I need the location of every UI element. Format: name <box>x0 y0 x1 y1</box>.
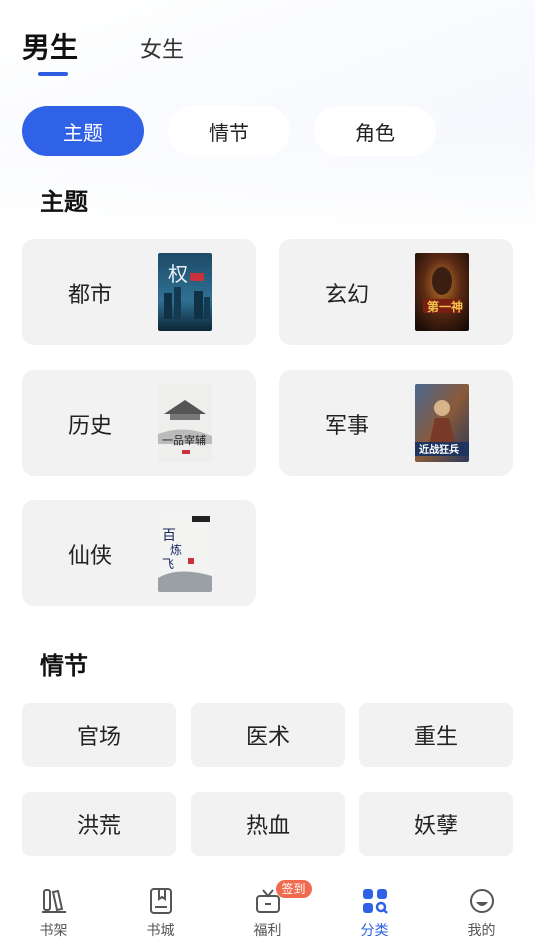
svg-text:第一神: 第一神 <box>427 299 463 314</box>
book-cover-city: 权 <box>158 253 212 331</box>
bookshelf-icon <box>41 889 66 913</box>
theme-card-military[interactable]: 军事 近战狂兵 <box>279 370 513 476</box>
category-pills: 主题 情节 角色 <box>22 106 460 156</box>
theme-card-label: 都市 <box>68 283 113 308</box>
theme-card-label: 军事 <box>325 414 370 439</box>
section-title-theme: 主题 <box>40 188 88 216</box>
nav-label: 书城 <box>146 923 175 939</box>
nav-label: 分类 <box>360 923 389 939</box>
theme-card-city[interactable]: 都市 权 <box>22 239 256 345</box>
category-icon <box>362 889 388 914</box>
section-title-plot: 情节 <box>40 652 88 680</box>
nav-category[interactable]: 分类 <box>321 872 428 951</box>
plot-item-demon[interactable]: 妖孽 <box>359 792 513 856</box>
svg-text:近战狂兵: 近战狂兵 <box>419 443 459 456</box>
nav-profile[interactable]: 我的 <box>428 872 535 951</box>
plot-item-passion[interactable]: 热血 <box>191 792 345 856</box>
book-cover-fantasy: 第一神 <box>415 253 469 331</box>
nav-bookshelf[interactable]: 书架 <box>0 872 107 951</box>
tab-male[interactable]: 男生 <box>22 26 78 66</box>
svg-text:炼: 炼 <box>170 542 182 557</box>
sign-in-badge: 签到 <box>275 880 312 898</box>
nav-label: 书架 <box>39 923 68 939</box>
pill-plot[interactable]: 情节 <box>168 106 290 156</box>
tab-female[interactable]: 女生 <box>140 32 184 64</box>
theme-card-label: 仙侠 <box>68 544 113 569</box>
svg-text:百: 百 <box>162 528 176 544</box>
svg-text:一品宰辅: 一品宰辅 <box>162 433 206 447</box>
bottom-nav: 书架 书城 福利 签到 分类 我的 <box>0 872 535 951</box>
theme-card-fantasy[interactable]: 玄幻 第一神 <box>279 239 513 345</box>
svg-text:权: 权 <box>168 262 188 286</box>
nav-welfare[interactable]: 福利 签到 <box>214 872 321 951</box>
nav-label: 福利 <box>253 923 282 939</box>
pill-theme[interactable]: 主题 <box>22 106 144 156</box>
theme-card-label: 玄幻 <box>325 283 370 308</box>
active-tab-indicator <box>38 72 68 76</box>
profile-icon <box>469 889 494 913</box>
book-cover-history: 一品宰辅 <box>158 384 212 462</box>
plot-item-officialdom[interactable]: 官场 <box>22 703 176 767</box>
nav-bookstore[interactable]: 书城 <box>107 872 214 951</box>
theme-card-label: 历史 <box>68 414 113 439</box>
plot-item-medicine[interactable]: 医术 <box>191 703 345 767</box>
book-cover-military: 近战狂兵 <box>415 384 469 462</box>
gender-tabs: 男生 女生 <box>22 26 246 76</box>
book-icon <box>149 888 172 914</box>
pill-role[interactable]: 角色 <box>314 106 436 156</box>
book-cover-xianxia: 百 炼 飞 <box>158 514 212 592</box>
plot-item-rebirth[interactable]: 重生 <box>359 703 513 767</box>
theme-card-xianxia[interactable]: 仙侠 百 炼 飞 <box>22 500 256 606</box>
theme-card-history[interactable]: 历史 一品宰辅 <box>22 370 256 476</box>
svg-text:飞: 飞 <box>162 557 174 571</box>
nav-label: 我的 <box>467 923 496 939</box>
plot-item-primordial[interactable]: 洪荒 <box>22 792 176 856</box>
